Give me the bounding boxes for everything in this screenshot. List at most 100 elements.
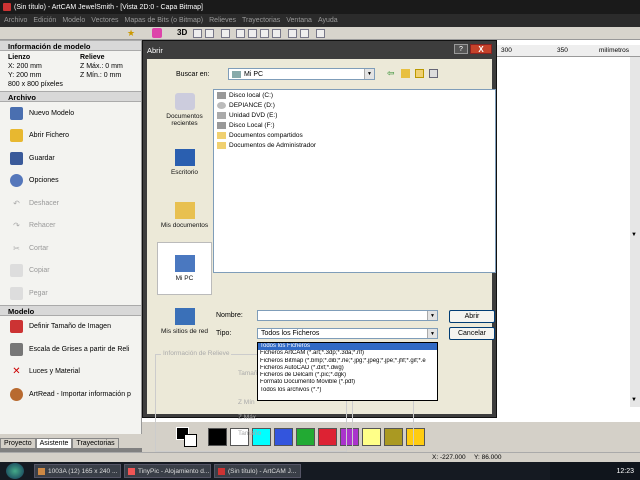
filetype-option[interactable]: Ficheros Bitmap (*.bmp;*.dib;*.rle;*.jpg… <box>258 358 437 365</box>
app-icon <box>3 3 11 11</box>
cortar-label: Cortar <box>29 244 49 252</box>
vertical-scrollbar[interactable]: ▼ ▼ <box>630 57 640 407</box>
place-recent[interactable]: Documentos recientes <box>157 83 212 136</box>
cortar-button[interactable]: ✂ Cortar <box>0 237 141 260</box>
list-item[interactable]: Disco Local (F:) <box>214 120 495 130</box>
view-side-icon[interactable] <box>272 29 281 38</box>
view-3d-button[interactable]: 3D <box>177 28 187 37</box>
my-computer-small-icon <box>232 70 241 78</box>
opciones-button[interactable]: Opciones <box>0 170 141 193</box>
menu-ventana[interactable]: Ventana <box>286 17 312 24</box>
y-size: Y: 200 mm <box>8 72 42 79</box>
guardar-button[interactable]: Guardar <box>0 147 141 170</box>
tab-trayectorias[interactable]: Trayectorias <box>72 438 119 448</box>
scroll-end-icon[interactable]: ▼ <box>631 397 637 403</box>
z-max: Z Máx.: 0 mm <box>80 63 123 70</box>
rehacer-button[interactable]: ↷ Rehacer <box>0 215 141 238</box>
definir-tamano-button[interactable]: Definir Tamaño de Imagen <box>0 316 141 339</box>
list-item[interactable]: Unidad DVD (E:) <box>214 110 495 120</box>
list-item[interactable]: Documentos de Administrador <box>214 140 495 150</box>
filetype-option[interactable]: Ficheros ArtCAM (*.art;*.3dp;*.3da;*.rlf… <box>258 350 437 357</box>
artread-button[interactable]: ArtRead - Importar información p <box>0 383 141 406</box>
artread-icon <box>10 387 23 401</box>
menu-bitmaps[interactable]: Mapas de Bits (o Bitmap) <box>125 17 204 24</box>
task-button[interactable]: (Sin título) - ArtCAM J... <box>214 464 301 478</box>
chevron-down-icon[interactable]: ▼ <box>364 69 374 79</box>
view-top-icon[interactable] <box>248 29 257 38</box>
cancel-button[interactable]: Cancelar <box>449 327 495 340</box>
task-button[interactable]: TinyPic - Alojamiento d... <box>124 464 211 478</box>
menu-ayuda[interactable]: Ayuda <box>318 17 338 24</box>
copiar-button[interactable]: Copiar <box>0 260 141 283</box>
new-folder-icon[interactable] <box>415 69 424 78</box>
relieve-label: Relieve <box>80 54 105 61</box>
menu-archivo[interactable]: Archivo <box>4 17 27 24</box>
view-menu-icon[interactable] <box>429 69 438 78</box>
escala-grises-button[interactable]: Escala de Grises a partir de Reli <box>0 338 141 361</box>
my-computer-icon <box>174 255 195 272</box>
menu-vectores[interactable]: Vectores <box>91 17 118 24</box>
back-icon[interactable]: ⇦ <box>387 69 396 78</box>
star-icon[interactable]: ★ <box>127 28 135 39</box>
file-label: DEPIANCE (D:) <box>229 101 275 109</box>
filename-input[interactable]: ▼ <box>257 310 438 321</box>
up-folder-icon[interactable] <box>401 69 410 78</box>
copy-icon <box>10 264 23 278</box>
lookin-select[interactable]: Mi PC ▼ <box>228 68 375 80</box>
place-desktop[interactable]: Escritorio <box>157 136 212 189</box>
place-label: Escritorio <box>170 169 199 176</box>
menu-trayectorias[interactable]: Trayectorias <box>242 17 280 24</box>
file-list[interactable]: Disco local (C:) DEPIANCE (D:) Unidad DV… <box>213 89 496 273</box>
task-button[interactable]: 1003A (12) 165 x 240 ... <box>34 464 121 478</box>
layers-icon[interactable] <box>288 29 297 38</box>
filetype-option[interactable]: Todos los archivos (*.*) <box>258 387 437 394</box>
luces-material-button[interactable]: ✕ Luces y Material <box>0 361 141 384</box>
grid-icon[interactable] <box>316 29 325 38</box>
menu-relieves[interactable]: Relieves <box>209 17 236 24</box>
deshacer-button[interactable]: ↶ Deshacer <box>0 192 141 215</box>
file-label: Unidad DVD (E:) <box>229 111 278 119</box>
filetype-option[interactable]: Todos los Ficheros <box>258 343 437 351</box>
zoom-in-icon[interactable] <box>193 29 202 38</box>
close-button[interactable]: X <box>470 44 492 54</box>
chevron-down-icon[interactable]: ▼ <box>427 311 437 320</box>
list-item[interactable]: Disco local (C:) <box>214 90 495 100</box>
fit-view-icon[interactable] <box>221 29 230 38</box>
filetype-select[interactable]: Todos los Ficheros ▼ <box>257 328 438 339</box>
zoom-out-icon[interactable] <box>205 29 214 38</box>
modelo-header: Modelo <box>0 304 141 316</box>
view-iso-icon[interactable] <box>236 29 245 38</box>
tab-asistente[interactable]: Asistente <box>35 438 73 448</box>
render-icon[interactable] <box>300 29 309 38</box>
pegar-button[interactable]: Pegar <box>0 282 141 305</box>
start-button[interactable] <box>6 463 24 479</box>
chevron-down-icon[interactable]: ▼ <box>427 329 437 338</box>
place-network[interactable]: Mis sitios de red <box>157 295 212 348</box>
tab-proyecto[interactable]: Proyecto <box>0 438 36 448</box>
view-front-icon[interactable] <box>260 29 269 38</box>
filetype-option[interactable]: Ficheros de Delcam (*.pic;*.dgk) <box>258 372 437 379</box>
filetype-option[interactable]: Ficheros AutoCAD (*.dxf;*.dwg) <box>258 365 437 372</box>
list-item[interactable]: DEPIANCE (D:) <box>214 100 495 110</box>
options-icon <box>10 174 23 188</box>
scroll-down-icon[interactable]: ▼ <box>631 232 637 238</box>
window-titlebar: (Sin título) - ArtCAM JewelSmith - [Vist… <box>0 0 640 14</box>
desktop-icon <box>174 149 195 166</box>
lienzo-label: Lienzo <box>8 54 31 61</box>
help-button[interactable]: ? <box>454 44 468 54</box>
place-my-documents[interactable]: Mis documentos <box>157 189 212 242</box>
menu-modelo[interactable]: Modelo <box>62 17 85 24</box>
filetype-dropdown-list[interactable]: Todos los Ficheros Ficheros ArtCAM (*.ar… <box>257 342 438 401</box>
filetype-option[interactable]: Formato Documento Movible (*.pdf) <box>258 379 437 386</box>
abrir-fichero-button[interactable]: Abrir Fichero <box>0 125 141 148</box>
clock[interactable]: 12:23 <box>616 468 634 475</box>
list-item[interactable]: Documentos compartidos <box>214 130 495 140</box>
menu-edicion[interactable]: Edición <box>33 17 56 24</box>
open-button[interactable]: Abrir <box>449 310 495 323</box>
place-my-computer[interactable]: Mi PC <box>157 242 212 295</box>
gem-icon[interactable] <box>152 28 162 38</box>
nuevo-modelo-label: Nuevo Modelo <box>29 109 75 117</box>
open-dialog: Abrir ? X Buscar en: Mi PC ▼ ⇦ Documento… <box>142 40 497 452</box>
nuevo-modelo-button[interactable]: Nuevo Modelo <box>0 102 141 125</box>
lookin-label: Buscar en: <box>176 71 210 78</box>
